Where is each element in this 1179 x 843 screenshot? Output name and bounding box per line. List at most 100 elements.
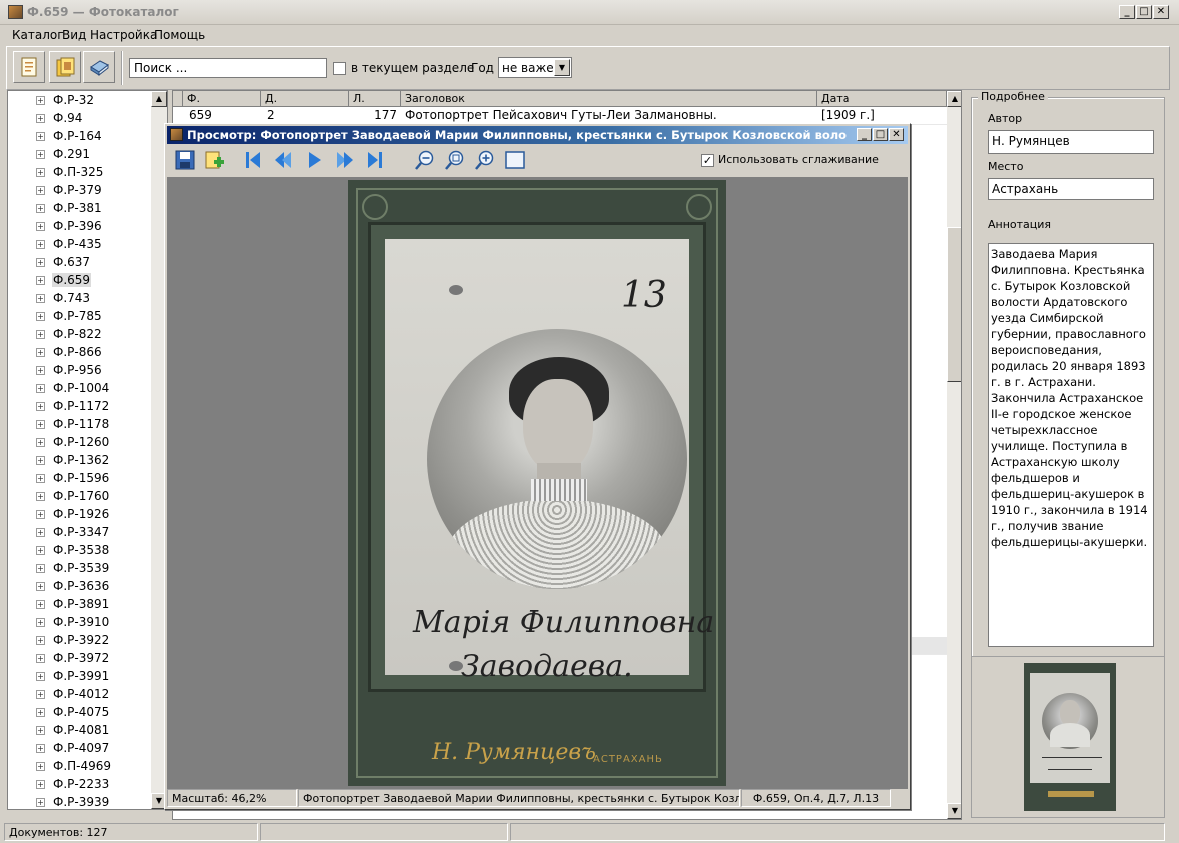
expand-icon[interactable]: + [36,438,45,447]
next-page-icon[interactable] [334,149,356,171]
expand-icon[interactable]: + [36,114,45,123]
expand-icon[interactable]: + [36,708,45,717]
expand-icon[interactable]: + [36,582,45,591]
expand-icon[interactable]: + [36,726,45,735]
tree-item-label: Ф.637 [53,255,91,269]
table-scrollbar[interactable]: ▲ ▼ [947,91,961,819]
expand-icon[interactable]: + [36,492,45,501]
expand-icon[interactable]: + [36,564,45,573]
studio-signature: Н. Румянцевъ [432,740,596,765]
expand-icon[interactable]: + [36,420,45,429]
last-page-icon[interactable] [364,149,386,171]
column-header-fond[interactable]: Ф. [183,91,261,107]
column-header-delo[interactable]: Д. [261,91,349,107]
preview-minimize-button[interactable]: _ [857,128,872,141]
expand-icon[interactable]: + [36,168,45,177]
photo-card: 13 Марія Филипповна Заводаева. Н. Румянц… [348,180,726,786]
in-section-checkbox[interactable] [333,62,346,75]
fullscreen-icon[interactable] [504,149,526,171]
preview-maximize-button[interactable]: □ [873,128,888,141]
expand-icon[interactable]: + [36,600,45,609]
scroll-up-icon[interactable]: ▲ [151,91,167,107]
menu-view[interactable]: Вид [62,28,86,42]
place-field[interactable]: Астрахань [988,178,1154,200]
play-icon[interactable] [304,149,326,171]
chevron-down-icon[interactable]: ▼ [554,59,570,76]
expand-icon[interactable]: + [36,330,45,339]
search-input[interactable]: Поиск ... [129,58,327,78]
expand-icon[interactable]: + [36,510,45,519]
zoom-fit-icon[interactable] [444,149,466,171]
book-button[interactable] [83,51,115,83]
author-field[interactable]: Н. Румянцев [988,130,1154,154]
preview-titlebar[interactable]: Просмотр: Фотопортрет Заводаевой Марии Ф… [167,126,908,144]
expand-icon[interactable]: + [36,258,45,267]
save-icon[interactable] [174,149,196,171]
first-page-icon[interactable] [242,149,264,171]
expand-icon[interactable]: + [36,366,45,375]
expand-icon[interactable]: + [36,186,45,195]
expand-icon[interactable]: + [36,672,45,681]
status-bar: Документов: 127 [0,821,1179,843]
expand-icon[interactable]: + [36,744,45,753]
expand-icon[interactable]: + [36,240,45,249]
menu-help[interactable]: Помощь [154,28,205,42]
zoom-out-icon[interactable] [414,149,436,171]
expand-icon[interactable]: + [36,618,45,627]
image-canvas[interactable]: 13 Марія Филипповна Заводаева. Н. Румянц… [167,177,908,789]
cell-title: Фотопортрет Пейсахович Гуты-Леи Залманов… [405,108,717,122]
preview-close-button[interactable]: ✕ [889,128,904,141]
column-header-title[interactable]: Заголовок [401,91,817,107]
expand-icon[interactable]: + [36,402,45,411]
smoothing-checkbox[interactable]: ✓ [701,154,714,167]
expand-icon[interactable]: + [36,132,45,141]
expand-icon[interactable]: + [36,780,45,789]
main-titlebar[interactable]: Ф.659 — Фотокаталог _ □ ✕ [0,0,1179,25]
menu-settings[interactable]: Настройка [90,28,157,42]
expand-icon[interactable]: + [36,528,45,537]
year-select[interactable]: не важен ▼ [498,57,572,78]
column-header-list[interactable]: Л. [349,91,401,107]
zoom-in-icon[interactable] [474,149,496,171]
new-document-button[interactable] [13,51,45,83]
preview-window[interactable]: Просмотр: Фотопортрет Заводаевой Марии Ф… [164,123,911,810]
menu-catalog[interactable]: Каталог [12,28,64,42]
expand-icon[interactable]: + [36,348,45,357]
expand-icon[interactable]: + [36,204,45,213]
expand-icon[interactable]: + [36,762,45,771]
expand-icon[interactable]: + [36,456,45,465]
scroll-down-icon[interactable]: ▼ [947,803,961,819]
close-button[interactable]: ✕ [1153,5,1169,19]
expand-icon[interactable]: + [36,294,45,303]
expand-icon[interactable]: + [36,222,45,231]
expand-icon[interactable]: + [36,654,45,663]
photo-thumbnail[interactable] [1024,663,1116,811]
catalog-button[interactable] [49,51,81,83]
tree-item-label: Ф.Р-866 [53,345,102,359]
expand-icon[interactable]: + [36,798,45,807]
minimize-button[interactable]: _ [1119,5,1135,19]
fonds-tree[interactable]: + Ф.Р-3939 + Ф.Р-2233 + Ф.П-4969 + Ф.Р-4097 + Ф.Р… [7,90,168,810]
expand-icon[interactable]: + [36,690,45,699]
photo-number: 13 [621,275,667,316]
expand-icon[interactable]: + [36,312,45,321]
tree-item-label: Ф.Р-1004 [53,381,110,395]
scroll-up-icon[interactable]: ▲ [947,91,961,107]
expand-icon[interactable]: + [36,96,45,105]
expand-icon[interactable]: + [36,384,45,393]
export-icon[interactable] [204,149,226,171]
tree-item-label: Ф.П-4969 [53,759,112,773]
scroll-thumb[interactable] [947,227,961,382]
portrait-face [523,379,593,473]
column-header-date[interactable]: Дата [817,91,947,107]
expand-icon[interactable]: + [36,150,45,159]
expand-icon[interactable]: + [36,636,45,645]
tree-item-label: Ф.Р-1760 [53,489,110,503]
previous-page-icon[interactable] [272,149,294,171]
annotation-text[interactable]: Заводаева Мария Филипповна. Крестьянка с… [988,243,1154,647]
maximize-button[interactable]: □ [1136,5,1152,19]
expand-icon[interactable]: + [36,276,45,285]
tree-item-label: Ф.Р-4081 [53,723,110,737]
expand-icon[interactable]: + [36,474,45,483]
expand-icon[interactable]: + [36,546,45,555]
